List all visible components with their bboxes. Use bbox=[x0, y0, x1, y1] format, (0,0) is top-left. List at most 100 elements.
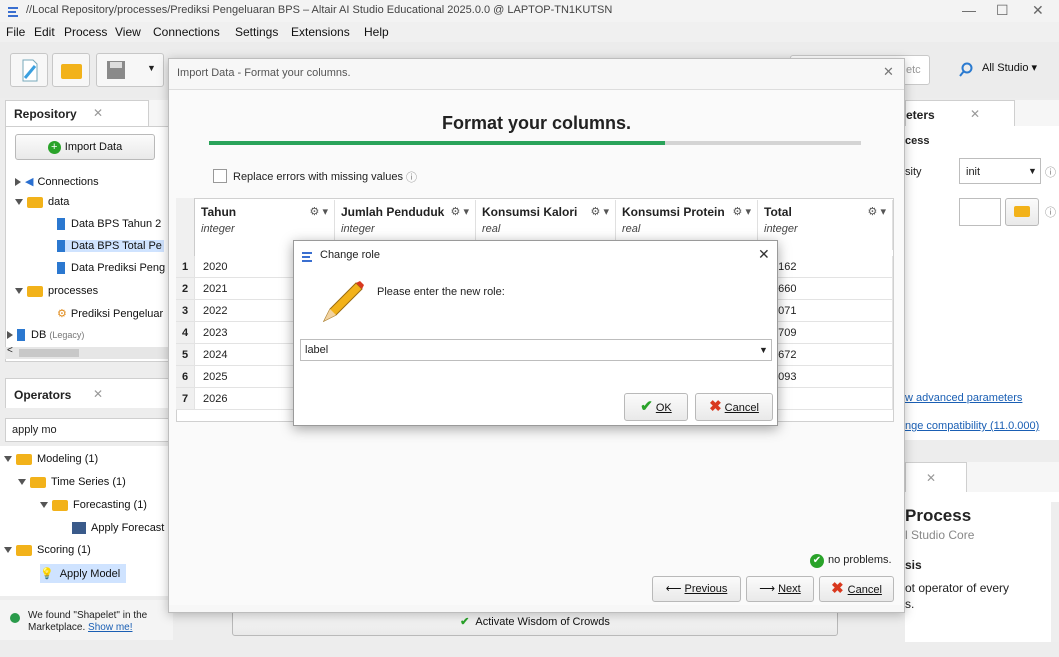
info-icon[interactable]: ⓘ bbox=[406, 169, 417, 185]
tab-label: Operators bbox=[14, 388, 72, 402]
import-data-button[interactable]: + Import Data bbox=[15, 134, 155, 160]
gear-dropdown-icon[interactable]: ⚙ ▾ bbox=[451, 205, 469, 218]
open-button[interactable] bbox=[52, 53, 90, 87]
cancel-label: Cancel bbox=[724, 402, 759, 414]
dialog-heading: Format your columns. bbox=[441, 113, 632, 133]
collapse-icon bbox=[18, 479, 26, 486]
progress-fill bbox=[209, 141, 666, 145]
all-studio-dropdown[interactable]: All Studio ▾ bbox=[982, 56, 1054, 84]
close-icon[interactable]: ✕ bbox=[970, 107, 980, 121]
tree-item-data-bps-total[interactable]: Data BPS Total Pe bbox=[57, 240, 164, 253]
tree-item-apply-model[interactable]: 💡 Apply Model bbox=[40, 564, 127, 583]
search-value: apply mo bbox=[12, 424, 57, 436]
help-text-2: s. bbox=[905, 597, 915, 611]
tree-item-label: Data Prediksi Peng bbox=[71, 262, 166, 274]
previous-button[interactable]: ⟵ Previous bbox=[652, 576, 741, 602]
column-type: real bbox=[482, 223, 501, 235]
menu-edit[interactable]: Edit bbox=[34, 25, 55, 39]
tab-repository[interactable]: Repository ✕ bbox=[5, 100, 149, 126]
menu-settings[interactable]: Settings bbox=[235, 25, 278, 39]
legacy-suffix: (Legacy) bbox=[49, 330, 85, 340]
search-hint: etc bbox=[906, 64, 921, 76]
app-logo-icon bbox=[8, 7, 18, 17]
menu-connections[interactable]: Connections bbox=[153, 25, 220, 39]
status-text: no problems. bbox=[828, 554, 892, 566]
maximize-button[interactable]: ☐ bbox=[996, 2, 1009, 19]
column-header-total[interactable]: Total integer ⚙ ▾ bbox=[758, 200, 893, 250]
tab-help[interactable]: ✕ bbox=[905, 462, 967, 492]
import-data-label: Import Data bbox=[64, 141, 123, 153]
info-icon[interactable]: ⓘ bbox=[1045, 204, 1056, 220]
ok-button[interactable]: ✔ OK bbox=[624, 393, 688, 421]
chevron-down-icon[interactable]: ▼ bbox=[759, 345, 768, 355]
search-icon[interactable] bbox=[958, 62, 974, 78]
scroll-left-icon[interactable]: < bbox=[7, 345, 13, 356]
tree-item-data-bps-tahun[interactable]: Data BPS Tahun 2 bbox=[57, 218, 161, 231]
menu-process[interactable]: Process bbox=[64, 25, 107, 39]
menu-extensions[interactable]: Extensions bbox=[291, 25, 350, 39]
checkmark-icon: ✔ bbox=[640, 398, 653, 415]
tree-item-data-prediksi[interactable]: Data Prediksi Peng bbox=[57, 262, 166, 275]
process-gear-icon: ⚙ bbox=[57, 308, 67, 320]
tree-item-label: data bbox=[48, 196, 70, 208]
tree-item-time-series[interactable]: Time Series (1) bbox=[18, 476, 126, 488]
data-file-icon bbox=[57, 262, 65, 275]
tree-item-data[interactable]: data bbox=[15, 196, 69, 208]
gear-dropdown-icon[interactable]: ⚙ ▾ bbox=[310, 205, 328, 218]
close-icon[interactable]: ✕ bbox=[93, 106, 103, 120]
role-input[interactable]: label ▼ bbox=[300, 339, 772, 361]
cancel-import-button[interactable]: ✖ Cancel bbox=[819, 576, 894, 602]
row-index: 7 bbox=[176, 388, 195, 410]
replace-errors-checkbox[interactable] bbox=[213, 169, 227, 183]
horizontal-scrollbar[interactable]: < bbox=[5, 345, 173, 359]
gear-dropdown-icon[interactable]: ⚙ ▾ bbox=[868, 205, 886, 218]
row-index: 5 bbox=[176, 344, 195, 366]
collapse-icon bbox=[15, 288, 23, 295]
operator-search-input[interactable]: apply mo bbox=[5, 418, 173, 442]
close-modal-icon[interactable]: ✕ bbox=[758, 246, 770, 263]
tree-item-modeling[interactable]: Modeling (1) bbox=[4, 453, 98, 465]
tree-item-forecasting[interactable]: Forecasting (1) bbox=[40, 499, 147, 511]
close-icon[interactable]: ✕ bbox=[93, 387, 103, 401]
vertical-scrollbar[interactable] bbox=[1051, 502, 1059, 642]
tree-item-apply-forecast[interactable]: Apply Forecast bbox=[72, 522, 164, 535]
tree-item-db[interactable]: DB (Legacy) bbox=[7, 329, 85, 342]
tab-parameters[interactable]: eters ✕ bbox=[905, 100, 1015, 126]
parameter-text-input[interactable] bbox=[959, 198, 1001, 226]
menu-help[interactable]: Help bbox=[364, 25, 389, 39]
tree-item-label: Apply Model bbox=[59, 568, 121, 580]
table-cell: 3672 bbox=[758, 344, 893, 366]
new-process-button[interactable] bbox=[10, 53, 48, 87]
save-button[interactable]: ▼ bbox=[96, 53, 164, 87]
gear-dropdown-icon[interactable]: ⚙ ▾ bbox=[591, 205, 609, 218]
wisdom-label: Activate Wisdom of Crowds bbox=[475, 616, 610, 628]
tree-item-scoring[interactable]: Scoring (1) bbox=[4, 544, 91, 556]
column-name: Total bbox=[764, 205, 792, 219]
tree-item-prediksi-pengeluaran[interactable]: ⚙ Prediksi Pengeluar bbox=[57, 307, 163, 320]
tree-item-connections[interactable]: ◀ Connections bbox=[15, 175, 99, 188]
change-compatibility-link[interactable]: nge compatibility (11.0.000) bbox=[905, 420, 1039, 432]
window-title: //Local Repository/processes/Prediksi Pe… bbox=[26, 4, 613, 16]
info-icon[interactable]: ⓘ bbox=[1045, 164, 1056, 180]
gear-dropdown-icon[interactable]: ⚙ ▾ bbox=[733, 205, 751, 218]
next-button[interactable]: ⟶ Next bbox=[746, 576, 814, 602]
browse-button[interactable] bbox=[1005, 198, 1039, 226]
forecast-icon bbox=[72, 522, 86, 535]
minimize-button[interactable]: — bbox=[962, 2, 976, 18]
cancel-role-button[interactable]: ✖ Cancel bbox=[695, 393, 773, 421]
close-icon[interactable]: ✕ bbox=[926, 471, 936, 485]
tab-operators[interactable]: Operators ✕ bbox=[5, 378, 173, 408]
tree-item-processes[interactable]: processes bbox=[15, 285, 98, 297]
menu-file[interactable]: File bbox=[6, 25, 25, 39]
menu-view[interactable]: View bbox=[115, 25, 141, 39]
show-advanced-parameters-link[interactable]: w advanced parameters bbox=[905, 392, 1022, 404]
show-me-link[interactable]: Show me! bbox=[88, 622, 132, 633]
data-file-icon bbox=[57, 240, 65, 253]
column-name: Konsumsi Protein bbox=[622, 205, 725, 219]
dialog-title: Import Data - Format your columns. bbox=[177, 67, 351, 79]
close-dialog-icon[interactable]: ✕ bbox=[883, 64, 894, 80]
close-window-button[interactable]: ✕ bbox=[1032, 2, 1044, 19]
folder-icon bbox=[27, 196, 43, 208]
help-title: Process bbox=[905, 506, 972, 525]
parameter-select[interactable]: init ▼ bbox=[959, 158, 1041, 184]
